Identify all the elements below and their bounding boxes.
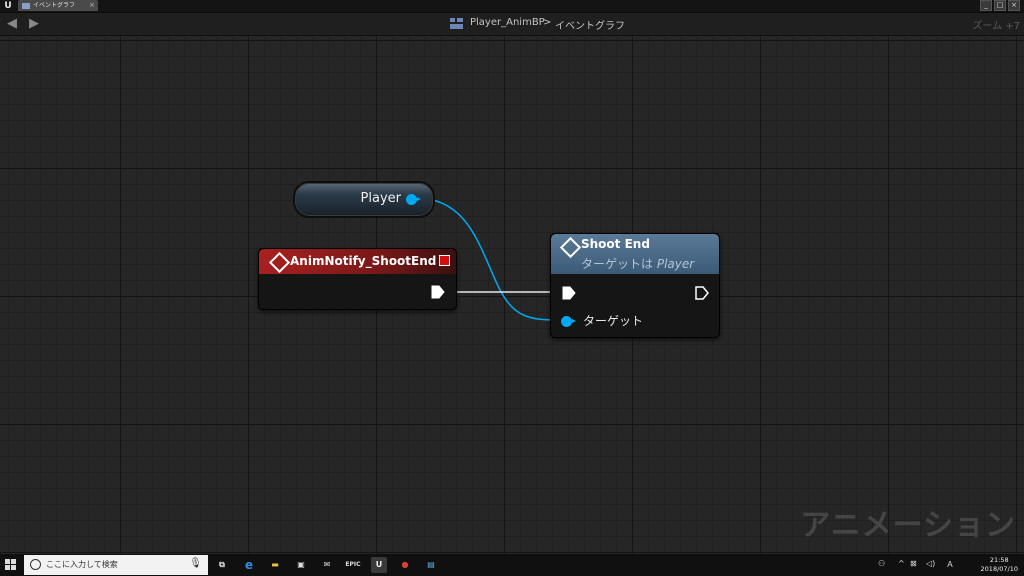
clock-time: 21:58 bbox=[989, 556, 1009, 564]
exec-input-pin[interactable] bbox=[562, 286, 576, 300]
unreal-editor-icon[interactable]: U bbox=[371, 557, 387, 573]
exec-output-pin[interactable] bbox=[695, 286, 709, 300]
title-bar: U イベントグラフ × _ □ × bbox=[0, 0, 1024, 13]
clock-date: 2018/07/10 bbox=[980, 565, 1018, 573]
store-icon[interactable]: ▣ bbox=[293, 557, 309, 573]
target-input-pin[interactable] bbox=[561, 316, 576, 327]
object-output-pin[interactable] bbox=[406, 194, 421, 205]
function-node[interactable]: Shoot End ターゲットは Player ターゲット bbox=[550, 233, 720, 338]
tab-event-graph[interactable]: イベントグラフ × bbox=[18, 0, 98, 11]
back-arrow-icon[interactable]: ◀ bbox=[7, 16, 17, 31]
chrome-icon[interactable]: ● bbox=[397, 557, 413, 573]
graph-watermark: アニメーション bbox=[800, 508, 1016, 543]
notepad-icon[interactable]: ▤ bbox=[423, 557, 439, 573]
maximize-button[interactable]: □ bbox=[994, 0, 1006, 11]
ime-icon[interactable]: Ａ bbox=[946, 559, 954, 570]
volume-icon[interactable]: ◁) bbox=[926, 559, 935, 568]
window-controls: _ □ × bbox=[980, 0, 1020, 11]
mail-icon[interactable]: ✉ bbox=[319, 557, 335, 573]
blueprint-icon bbox=[450, 18, 463, 29]
variable-label: Player bbox=[360, 191, 401, 206]
task-view-icon[interactable]: ⧉ bbox=[214, 557, 230, 573]
event-diamond-icon bbox=[268, 251, 291, 274]
function-diamond-icon bbox=[559, 236, 582, 259]
notify-stop-icon bbox=[439, 255, 450, 266]
file-explorer-icon[interactable]: ▬ bbox=[267, 557, 283, 573]
breadcrumb: ◀ ▶ Player_AnimBP > イベントグラフ ズーム +7 bbox=[0, 13, 1024, 36]
microphone-icon[interactable]: 🎙 bbox=[189, 558, 202, 569]
epic-launcher-icon[interactable]: EPIC bbox=[345, 557, 361, 573]
variable-node-player[interactable]: Player bbox=[293, 181, 435, 218]
event-node-header: AnimNotify_ShootEnd bbox=[259, 249, 456, 274]
search-input[interactable]: ここに入力して検索 🎙 bbox=[24, 555, 208, 575]
tab-close-icon[interactable]: × bbox=[89, 0, 95, 11]
function-node-subtitle: ターゲットは Player bbox=[581, 257, 695, 271]
minimize-button[interactable]: _ bbox=[980, 0, 992, 11]
chevron-up-icon[interactable]: ^ bbox=[898, 559, 905, 568]
search-placeholder: ここに入力して検索 bbox=[46, 560, 118, 569]
forward-arrow-icon[interactable]: ▶ bbox=[29, 16, 39, 31]
function-node-title: Shoot End bbox=[581, 237, 650, 251]
function-node-header: Shoot End ターゲットは Player bbox=[551, 234, 719, 274]
breadcrumb-asset[interactable]: Player_AnimBP bbox=[470, 17, 545, 28]
zoom-label: ズーム +7 bbox=[972, 21, 1020, 32]
clock[interactable]: 21:58 2018/07/10 bbox=[981, 556, 1018, 574]
start-button[interactable] bbox=[0, 554, 22, 576]
cortana-icon bbox=[30, 559, 41, 570]
graph-icon bbox=[22, 3, 30, 9]
breadcrumb-separator: > bbox=[543, 17, 552, 28]
unreal-logo-icon: U bbox=[4, 1, 12, 11]
exec-output-pin[interactable] bbox=[431, 285, 445, 299]
tab-label: イベントグラフ bbox=[33, 2, 76, 9]
network-icon[interactable]: ⊠ bbox=[910, 559, 917, 568]
taskbar: ここに入力して検索 🎙 ⧉ e ▬ ▣ ✉ EPIC U ● ▤ ⚇ ^ ⊠ ◁… bbox=[0, 554, 1024, 576]
people-icon[interactable]: ⚇ bbox=[878, 559, 885, 568]
event-node[interactable]: AnimNotify_ShootEnd bbox=[258, 248, 457, 310]
target-pin-label: ターゲット bbox=[583, 314, 644, 328]
edge-icon[interactable]: e bbox=[241, 557, 257, 573]
graph-canvas[interactable]: アニメーション bbox=[0, 36, 1024, 554]
event-node-title: AnimNotify_ShootEnd bbox=[290, 254, 437, 268]
breadcrumb-graph[interactable]: イベントグラフ bbox=[555, 17, 625, 32]
close-button[interactable]: × bbox=[1008, 0, 1020, 11]
